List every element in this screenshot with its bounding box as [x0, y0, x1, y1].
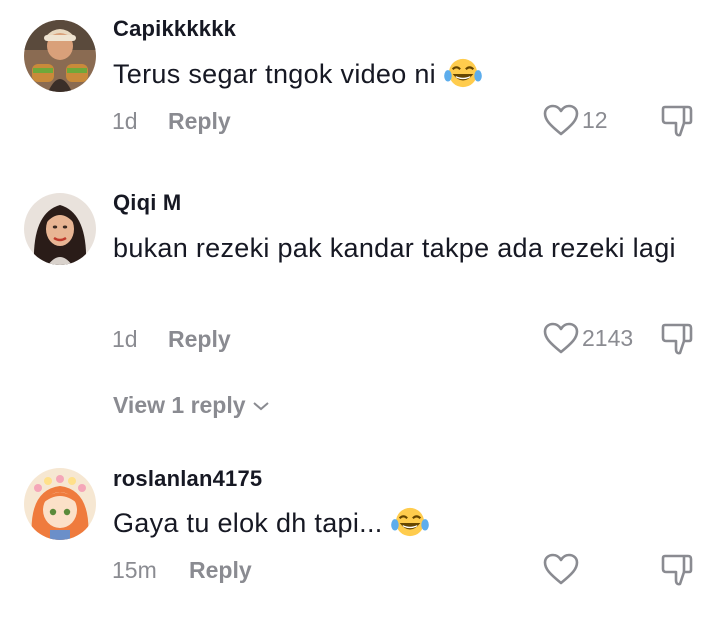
comment-time: 1d — [112, 326, 138, 352]
avatar[interactable] — [24, 20, 96, 92]
heart-icon — [543, 553, 579, 585]
like-count: 2143 — [582, 324, 634, 351]
chevron-down-icon — [252, 401, 269, 410]
comment-text-content: bukan rezeki pak kandar takpe ada rezeki… — [113, 233, 676, 263]
comment-time: 1d — [112, 108, 138, 134]
comment-text: Gaya tu elok dh tapi... — [113, 501, 703, 546]
user-photo-icon — [24, 20, 96, 92]
dislike-icon[interactable] — [660, 321, 696, 357]
like-button[interactable] — [542, 552, 580, 586]
view-replies-label: View 1 reply — [113, 392, 246, 418]
comment-text-content: Terus segar tngok video ni — [113, 59, 436, 89]
laughing-tears-emoji-icon — [444, 58, 482, 88]
like-button[interactable]: 12 — [542, 103, 608, 137]
laughing-tears-emoji-icon — [390, 507, 429, 537]
user-photo-icon — [24, 193, 96, 265]
heart-icon — [543, 322, 579, 354]
comment-text: Terus segar tngok video ni — [113, 52, 703, 97]
anime-girl-icon — [24, 468, 96, 540]
reply-button[interactable]: Reply — [189, 557, 252, 584]
avatar[interactable] — [24, 193, 96, 265]
reply-button[interactable]: Reply — [168, 108, 231, 135]
comment-text: bukan rezeki pak kandar takpe ada rezeki… — [113, 226, 703, 271]
username[interactable]: Capikkkkkk — [113, 16, 236, 42]
like-count: 12 — [582, 106, 608, 133]
heart-icon — [543, 104, 579, 136]
avatar[interactable] — [24, 468, 96, 540]
reply-button[interactable]: Reply — [168, 326, 231, 353]
dislike-icon[interactable] — [660, 103, 696, 139]
view-replies-button[interactable]: View 1 reply — [113, 392, 270, 419]
comment-time: 15m — [112, 557, 157, 583]
like-button[interactable]: 2143 — [542, 321, 633, 355]
comment-text-content: Gaya tu elok dh tapi... — [113, 508, 383, 538]
username[interactable]: roslanlan4175 — [113, 466, 262, 492]
username[interactable]: Qiqi M — [113, 190, 181, 216]
dislike-icon[interactable] — [660, 552, 696, 588]
